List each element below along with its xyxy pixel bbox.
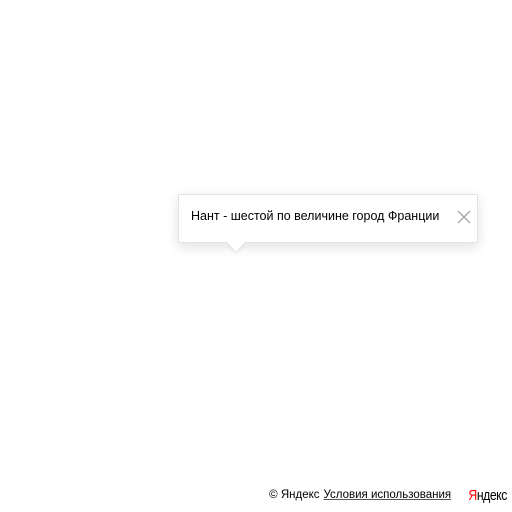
terms-of-use-link[interactable]: Условия использования (324, 489, 452, 501)
copyright-bar: © Яндекс Условия использования Яндекс (269, 486, 508, 504)
balloon-tail (227, 242, 245, 252)
map-balloon: Нант - шестой по величине город Франции (178, 194, 478, 252)
close-icon[interactable] (456, 209, 472, 225)
copyright-text: © Яндекс (269, 489, 320, 501)
map-canvas[interactable] (0, 0, 512, 512)
balloon-text: Нант - шестой по величине город Франции (191, 209, 440, 223)
yandex-logo-rest: ндекс (476, 486, 508, 504)
yandex-logo[interactable]: Яндекс (469, 486, 508, 504)
